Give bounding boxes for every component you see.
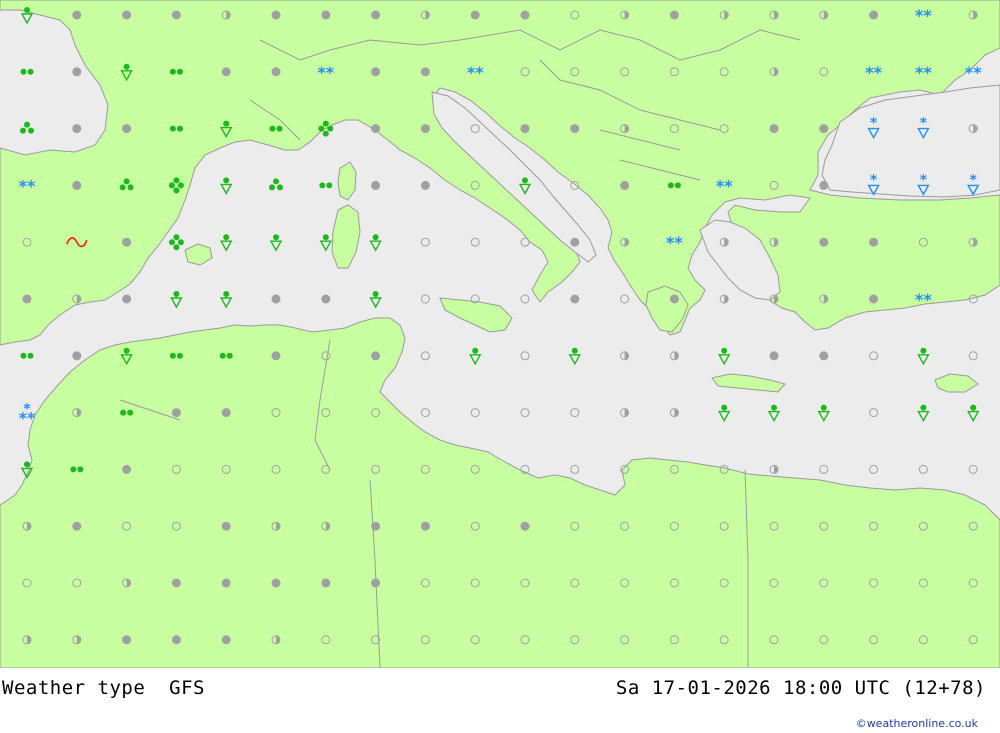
dot-symbol — [171, 408, 181, 418]
dot-symbol — [371, 10, 381, 20]
dot-symbol — [420, 124, 430, 134]
dot-symbol — [122, 635, 132, 645]
dot-symbol — [819, 237, 829, 247]
dot-symbol — [371, 578, 381, 588]
svg-text:**: ** — [915, 6, 932, 25]
svg-text:**: ** — [19, 409, 36, 428]
svg-text:**: ** — [865, 63, 882, 82]
dot-symbol — [769, 351, 779, 361]
dot-symbol — [520, 521, 530, 531]
snow-symbol: ** — [19, 176, 36, 195]
snow-symbol: ** — [915, 63, 932, 82]
dot-symbol — [122, 10, 132, 20]
dot-symbol — [271, 67, 281, 77]
dot-symbol — [371, 521, 381, 531]
weather-map: **** ** ** ** *** *** ** * * ******** — [0, 0, 1000, 668]
svg-text:**: ** — [915, 290, 932, 309]
svg-text:**: ** — [19, 176, 36, 195]
svg-text:**: ** — [965, 63, 982, 82]
snow-symbol: ** — [915, 6, 932, 25]
dot-symbol — [420, 67, 430, 77]
dot-symbol — [520, 124, 530, 134]
dot-symbol — [72, 10, 82, 20]
dot-symbol — [321, 578, 331, 588]
dot-symbol — [620, 180, 630, 190]
credit-link[interactable]: ©weatheronline.co.uk — [856, 717, 978, 730]
dot-symbol — [72, 521, 82, 531]
dot-symbol — [470, 10, 480, 20]
dot-symbol — [271, 294, 281, 304]
dot-symbol — [769, 124, 779, 134]
dot-symbol — [72, 67, 82, 77]
dot-symbol — [171, 10, 181, 20]
dot-symbol — [122, 237, 132, 247]
dot-symbol — [520, 10, 530, 20]
dot-symbol — [869, 10, 879, 20]
dot-symbol — [819, 351, 829, 361]
dot-symbol — [171, 578, 181, 588]
dot-symbol — [221, 635, 231, 645]
snow-symbol: ** — [716, 176, 733, 195]
dot-symbol — [72, 124, 82, 134]
map-timestamp: Sa 17-01-2026 18:00 UTC (12+78) — [615, 677, 986, 699]
dot-symbol — [221, 67, 231, 77]
dot-symbol — [221, 578, 231, 588]
dot-symbol — [371, 351, 381, 361]
snow-symbol: ** — [965, 63, 982, 82]
dot-symbol — [321, 10, 331, 20]
svg-text:**: ** — [317, 63, 334, 82]
dot-symbol — [570, 124, 580, 134]
dot-symbol — [669, 10, 679, 20]
dot-symbol — [271, 578, 281, 588]
dot-symbol — [321, 294, 331, 304]
dot-symbol — [22, 294, 32, 304]
dot-symbol — [271, 351, 281, 361]
dot-symbol — [819, 124, 829, 134]
dot-symbol — [869, 294, 879, 304]
dot-symbol — [122, 464, 132, 474]
dot-symbol — [72, 180, 82, 190]
map-title: Weather type GFS — [2, 677, 205, 699]
dot-symbol — [221, 521, 231, 531]
dot-symbol — [869, 237, 879, 247]
svg-text:**: ** — [666, 233, 683, 252]
dot-symbol — [271, 10, 281, 20]
svg-text:**: ** — [915, 63, 932, 82]
snow-symbol: ** — [666, 233, 683, 252]
snow-symbol: ** — [467, 63, 484, 82]
dot-symbol — [420, 521, 430, 531]
svg-text:**: ** — [716, 176, 733, 195]
snow-symbol: ** — [915, 290, 932, 309]
dot-symbol — [221, 408, 231, 418]
dot-symbol — [371, 180, 381, 190]
dot-symbol — [570, 237, 580, 247]
dot-symbol — [819, 180, 829, 190]
dot-symbol — [371, 124, 381, 134]
dot-symbol — [122, 294, 132, 304]
dot-symbol — [72, 351, 82, 361]
svg-text:**: ** — [467, 63, 484, 82]
dot-symbol — [171, 635, 181, 645]
dot-symbol — [420, 180, 430, 190]
snow-symbol: ** — [865, 63, 882, 82]
dot-symbol — [371, 67, 381, 77]
snow-symbol: ** — [317, 63, 334, 82]
dot-symbol — [669, 294, 679, 304]
dot-symbol — [570, 294, 580, 304]
dot-symbol — [122, 124, 132, 134]
